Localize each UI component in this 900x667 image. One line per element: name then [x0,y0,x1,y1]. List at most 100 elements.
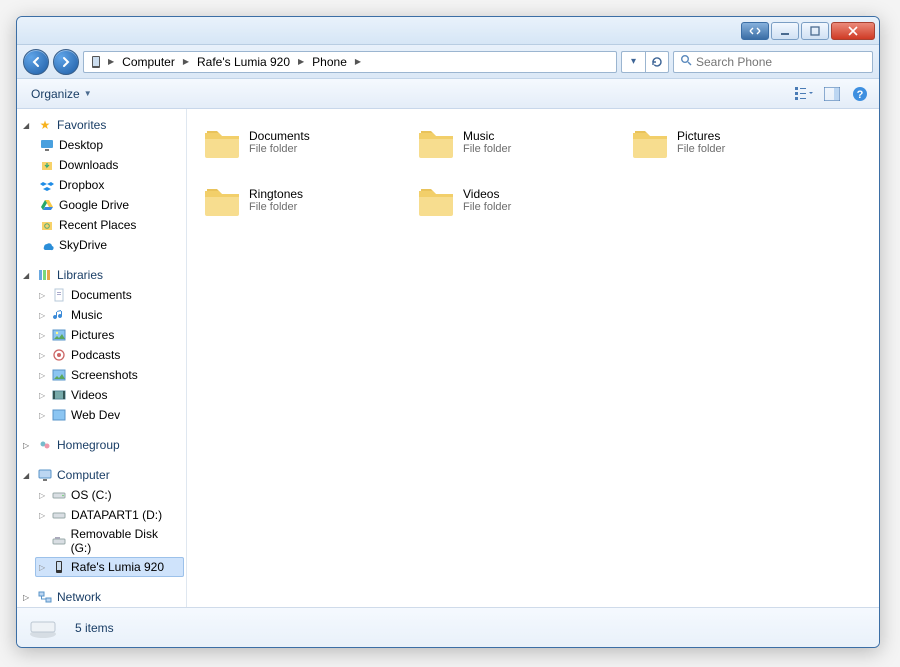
folder-icon [629,121,671,163]
expand-icon: ▷ [23,593,33,602]
dropbox-icon [39,177,55,193]
expand-icon[interactable]: ▷ [39,311,47,320]
sidebar-item-drive-g[interactable]: Removable Disk (G:) [35,525,184,557]
minimize-button[interactable] [771,22,799,40]
expand-icon[interactable]: ▷ [39,563,47,572]
recent-places-icon [39,217,55,233]
tree-group-computer: ◢ Computer ▷OS (C:) ▷DATAPART1 (D:) Remo… [19,465,184,577]
desktop-icon [39,137,55,153]
expand-icon[interactable]: ▷ [39,411,47,420]
sidebar-item-lib-pictures[interactable]: ▷Pictures [35,325,184,345]
chevron-right-icon[interactable]: ▶ [181,57,191,66]
sidebar-item-phone-device[interactable]: ▷Rafe's Lumia 920 [35,557,184,577]
close-button[interactable] [831,22,875,40]
chevron-right-icon[interactable]: ▶ [353,57,363,66]
sidebar-item-lib-music[interactable]: ▷Music [35,305,184,325]
nav-row: ▶ Computer ▶ Rafe's Lumia 920 ▶ Phone ▶ … [17,45,879,79]
back-button[interactable] [23,49,49,75]
folder-item[interactable]: MusicFile folder [411,117,621,167]
navigation-pane: ◢ ★ Favorites Desktop Downloads [17,109,187,607]
chevron-right-icon[interactable]: ▶ [296,57,306,66]
tree-header-network[interactable]: ▷ Network [19,587,184,607]
breadcrumb-phone[interactable]: Phone [308,52,351,72]
svg-text:?: ? [857,89,864,101]
folder-icon [415,179,457,221]
sidebar-item-lib-webdev[interactable]: ▷Web Dev [35,405,184,425]
network-icon [37,589,53,605]
search-box[interactable] [673,51,873,73]
tree-header-homegroup[interactable]: ▷ Homegroup [19,435,184,455]
breadcrumb-computer[interactable]: Computer [118,52,179,72]
google-drive-icon [39,197,55,213]
videos-icon [51,387,67,403]
tree-header-favorites[interactable]: ◢ ★ Favorites [19,115,184,135]
collapse-icon: ◢ [23,121,33,130]
sidebar-item-drive-d[interactable]: ▷DATAPART1 (D:) [35,505,184,525]
computer-icon [37,467,53,483]
removable-disk-icon [51,533,67,549]
fullscreen-button[interactable] [741,22,769,40]
folder-icon [201,179,243,221]
folder-grid: DocumentsFile folder MusicFile folder Pi… [197,117,869,225]
expand-icon[interactable]: ▷ [39,291,47,300]
downloads-icon [39,157,55,173]
expand-icon[interactable]: ▷ [39,491,47,500]
refresh-button[interactable] [645,51,669,73]
sidebar-item-lib-documents[interactable]: ▷Documents [35,285,184,305]
expand-icon: ▷ [23,441,33,450]
folder-item[interactable]: RingtonesFile folder [197,175,407,225]
forward-button[interactable] [53,49,79,75]
search-input[interactable] [696,55,866,69]
tree-header-libraries[interactable]: ◢ Libraries [19,265,184,285]
address-bar[interactable]: ▶ Computer ▶ Rafe's Lumia 920 ▶ Phone ▶ [83,51,617,73]
folder-name: Ringtones [249,187,303,201]
expand-icon[interactable]: ▷ [39,331,47,340]
pictures-icon [51,327,67,343]
tree-group-homegroup: ▷ Homegroup [19,435,184,455]
sidebar-item-lib-screenshots[interactable]: ▷Screenshots [35,365,184,385]
sidebar-item-downloads[interactable]: Downloads [35,155,184,175]
expand-icon[interactable]: ▷ [39,371,47,380]
status-bar: 5 items [17,607,879,647]
folder-name: Documents [249,129,310,143]
tree-group-network: ▷ Network [19,587,184,607]
folder-type: File folder [249,201,303,213]
expand-icon[interactable]: ▷ [39,351,47,360]
chevron-right-icon[interactable]: ▶ [106,57,116,66]
device-icon [88,54,104,70]
sidebar-item-drive-c[interactable]: ▷OS (C:) [35,485,184,505]
tree-group-favorites: ◢ ★ Favorites Desktop Downloads [19,115,184,255]
breadcrumb-device[interactable]: Rafe's Lumia 920 [193,52,294,72]
sidebar-item-google-drive[interactable]: Google Drive [35,195,184,215]
podcasts-icon [51,347,67,363]
documents-icon [51,287,67,303]
organize-button[interactable]: Organize ▼ [25,85,98,103]
history-dropdown-button[interactable]: ▾ [621,51,645,73]
address-dropdown: ▾ [621,51,669,73]
sidebar-item-lib-podcasts[interactable]: ▷Podcasts [35,345,184,365]
folder-type: File folder [677,143,725,155]
folder-item[interactable]: DocumentsFile folder [197,117,407,167]
view-options-button[interactable] [793,83,815,105]
folder-item[interactable]: PicturesFile folder [625,117,835,167]
body: ◢ ★ Favorites Desktop Downloads [17,109,879,607]
sidebar-item-skydrive[interactable]: SkyDrive [35,235,184,255]
webdev-icon [51,407,67,423]
sidebar-item-dropbox[interactable]: Dropbox [35,175,184,195]
explorer-window: ▶ Computer ▶ Rafe's Lumia 920 ▶ Phone ▶ … [16,16,880,648]
content-pane[interactable]: DocumentsFile folder MusicFile folder Pi… [187,109,879,607]
status-device-icon [27,612,59,644]
preview-pane-button[interactable] [821,83,843,105]
folder-type: File folder [249,143,310,155]
maximize-button[interactable] [801,22,829,40]
sidebar-item-recent-places[interactable]: Recent Places [35,215,184,235]
expand-icon[interactable]: ▷ [39,391,47,400]
sidebar-item-lib-videos[interactable]: ▷Videos [35,385,184,405]
help-button[interactable]: ? [849,83,871,105]
folder-item[interactable]: VideosFile folder [411,175,621,225]
expand-icon[interactable]: ▷ [39,511,47,520]
folder-name: Music [463,129,511,143]
sidebar-item-desktop[interactable]: Desktop [35,135,184,155]
drive-icon [51,507,67,523]
tree-header-computer[interactable]: ◢ Computer [19,465,184,485]
